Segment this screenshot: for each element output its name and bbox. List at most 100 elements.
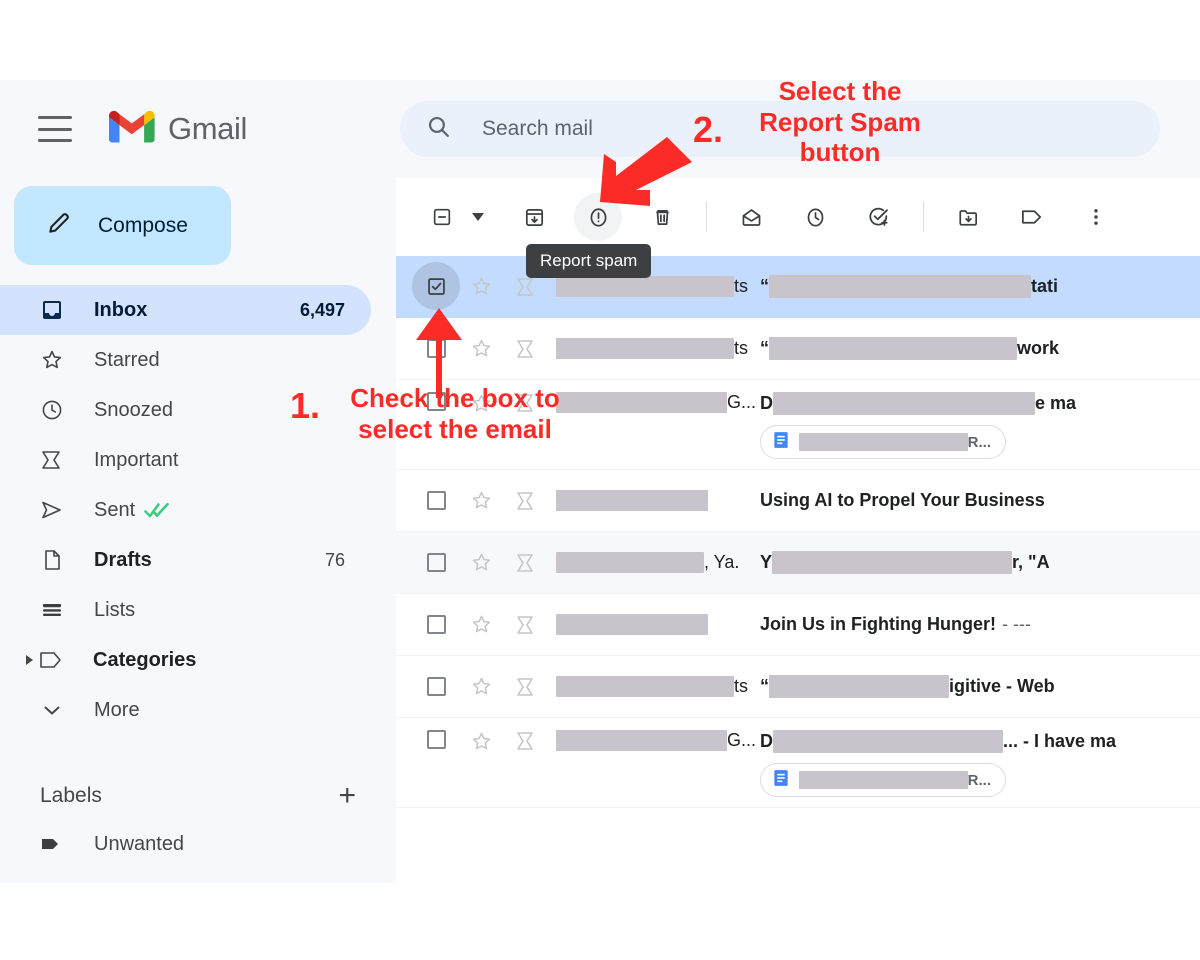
star-icon[interactable] — [458, 275, 504, 298]
important-marker-icon[interactable] — [504, 392, 552, 414]
sidebar-label-text: Unwanted — [94, 832, 185, 855]
add-to-tasks-button[interactable] — [855, 193, 903, 241]
draft-icon — [40, 548, 70, 572]
email-subject-line: Using AI to Propel Your Business — [760, 490, 1200, 511]
delete-button[interactable] — [638, 193, 686, 241]
sidebar-item-drafts[interactable]: Drafts 76 — [0, 535, 371, 585]
search-input[interactable]: Search mail — [400, 101, 1160, 157]
sidebar-item-inbox[interactable]: Inbox 6,497 — [0, 285, 371, 335]
star-icon[interactable] — [458, 551, 504, 574]
important-marker-icon[interactable] — [504, 276, 552, 298]
star-icon[interactable] — [458, 730, 504, 753]
email-row[interactable]: ts “ work — [396, 318, 1200, 380]
email-subject-tail: e ma — [1035, 393, 1077, 413]
star-icon[interactable] — [458, 489, 504, 512]
report-spam-button[interactable] — [574, 193, 622, 241]
sidebar-item-sent[interactable]: Sent — [0, 485, 371, 535]
sidebar-item-categories[interactable]: Categories — [0, 635, 371, 685]
important-marker-icon[interactable] — [504, 730, 552, 752]
redacted-sender — [556, 614, 708, 635]
sidebar-item-more[interactable]: More — [0, 685, 371, 735]
more-button[interactable] — [1072, 193, 1120, 241]
important-marker-icon[interactable] — [504, 614, 552, 636]
email-sender-text: ts — [734, 276, 749, 296]
compose-label: Compose — [98, 213, 188, 237]
email-sender-text: G... — [726, 392, 756, 412]
sidebar-item-label: Snoozed — [94, 398, 173, 421]
star-icon[interactable] — [458, 613, 504, 636]
email-sender-text: ts — [734, 338, 749, 358]
attachment-name: R... — [799, 433, 991, 451]
toolbar-divider — [923, 202, 924, 232]
brand-row: Gmail — [0, 80, 396, 178]
email-sender: ts — [556, 338, 756, 359]
important-marker-icon[interactable] — [504, 338, 552, 360]
email-sender: ts — [556, 676, 756, 697]
email-row-checkbox[interactable] — [412, 262, 460, 310]
sidebar-item-snoozed[interactable]: Snoozed — [0, 385, 371, 435]
redacted-attachment-name — [799, 771, 968, 789]
select-all-checkbox[interactable] — [418, 193, 466, 241]
star-icon[interactable] — [458, 337, 504, 360]
email-row-checkbox[interactable] — [414, 553, 458, 572]
attachment-chip[interactable]: R... — [760, 763, 1006, 797]
email-subject: D ... - I have ma R... — [760, 730, 1200, 797]
search-area: Search mail — [396, 80, 1200, 178]
email-sender-text: ts — [734, 676, 749, 696]
sidebar-item-text: Sent — [94, 498, 136, 521]
plus-icon[interactable]: + — [338, 781, 356, 811]
email-row-checkbox[interactable] — [414, 677, 458, 696]
labels-title: Labels — [40, 784, 102, 807]
email-row[interactable]: G... D ... - I have ma R... — [396, 718, 1200, 808]
mark-unread-button[interactable] — [727, 193, 775, 241]
archive-button[interactable] — [510, 193, 558, 241]
labels-button[interactable] — [1008, 193, 1056, 241]
important-marker-icon[interactable] — [504, 490, 552, 512]
select-all-dropdown-icon[interactable] — [472, 213, 484, 221]
sidebar-label-unwanted[interactable]: Unwanted — [0, 819, 371, 869]
redacted-subject — [772, 551, 1013, 574]
compose-button[interactable]: Compose — [14, 186, 231, 265]
sidebar-item-lists[interactable]: Lists — [0, 585, 371, 635]
email-row-checkbox[interactable] — [414, 615, 458, 634]
attachment-chip[interactable]: R... — [760, 425, 1006, 459]
email-row-checkbox[interactable] — [414, 730, 458, 749]
redacted-subject — [773, 392, 1035, 415]
redacted-sender — [556, 676, 734, 697]
important-marker-icon[interactable] — [504, 552, 552, 574]
email-row[interactable]: G... De ma R... — [396, 380, 1200, 470]
checkbox-unchecked-icon — [426, 730, 446, 749]
report-spam-tooltip: Report spam — [526, 244, 652, 278]
email-sender: ts — [556, 276, 756, 297]
star-icon[interactable] — [458, 675, 504, 698]
label-filled-icon — [40, 833, 70, 855]
email-row-checkbox[interactable] — [414, 339, 458, 358]
sidebar-item-label: Drafts — [94, 548, 152, 571]
important-icon — [40, 448, 70, 472]
sidebar-item-important[interactable]: Important — [0, 435, 371, 485]
snooze-button[interactable] — [791, 193, 839, 241]
email-subject-line: “ work — [760, 337, 1200, 360]
email-row-checkbox[interactable] — [414, 392, 458, 411]
attachment-name-tail: R... — [967, 433, 991, 451]
mail-toolbar: Report spam — [396, 178, 1200, 278]
hamburger-icon[interactable] — [38, 116, 72, 142]
sidebar-item-label: Important — [94, 448, 179, 471]
email-snippet: - --- — [1001, 614, 1031, 634]
email-sender: G... — [556, 392, 756, 413]
email-row[interactable]: , Ya. Yr, "A — [396, 532, 1200, 594]
email-subject-tail: r, "A — [1012, 552, 1050, 572]
redacted-sender — [556, 730, 727, 751]
email-row[interactable]: Using AI to Propel Your Business — [396, 470, 1200, 532]
sidebar-item-starred[interactable]: Starred — [0, 335, 371, 385]
important-marker-icon[interactable] — [504, 676, 552, 698]
email-row[interactable]: ts “ igitive - Web — [396, 656, 1200, 718]
brand-name: Gmail — [168, 111, 247, 146]
email-row-checkbox[interactable] — [414, 491, 458, 510]
move-to-button[interactable] — [944, 193, 992, 241]
star-icon[interactable] — [458, 392, 504, 415]
google-docs-icon — [771, 430, 791, 455]
attachment-name: R... — [799, 771, 991, 789]
email-row[interactable]: ts “ tati — [396, 256, 1200, 318]
email-row[interactable]: Join Us in Fighting Hunger! - --- — [396, 594, 1200, 656]
